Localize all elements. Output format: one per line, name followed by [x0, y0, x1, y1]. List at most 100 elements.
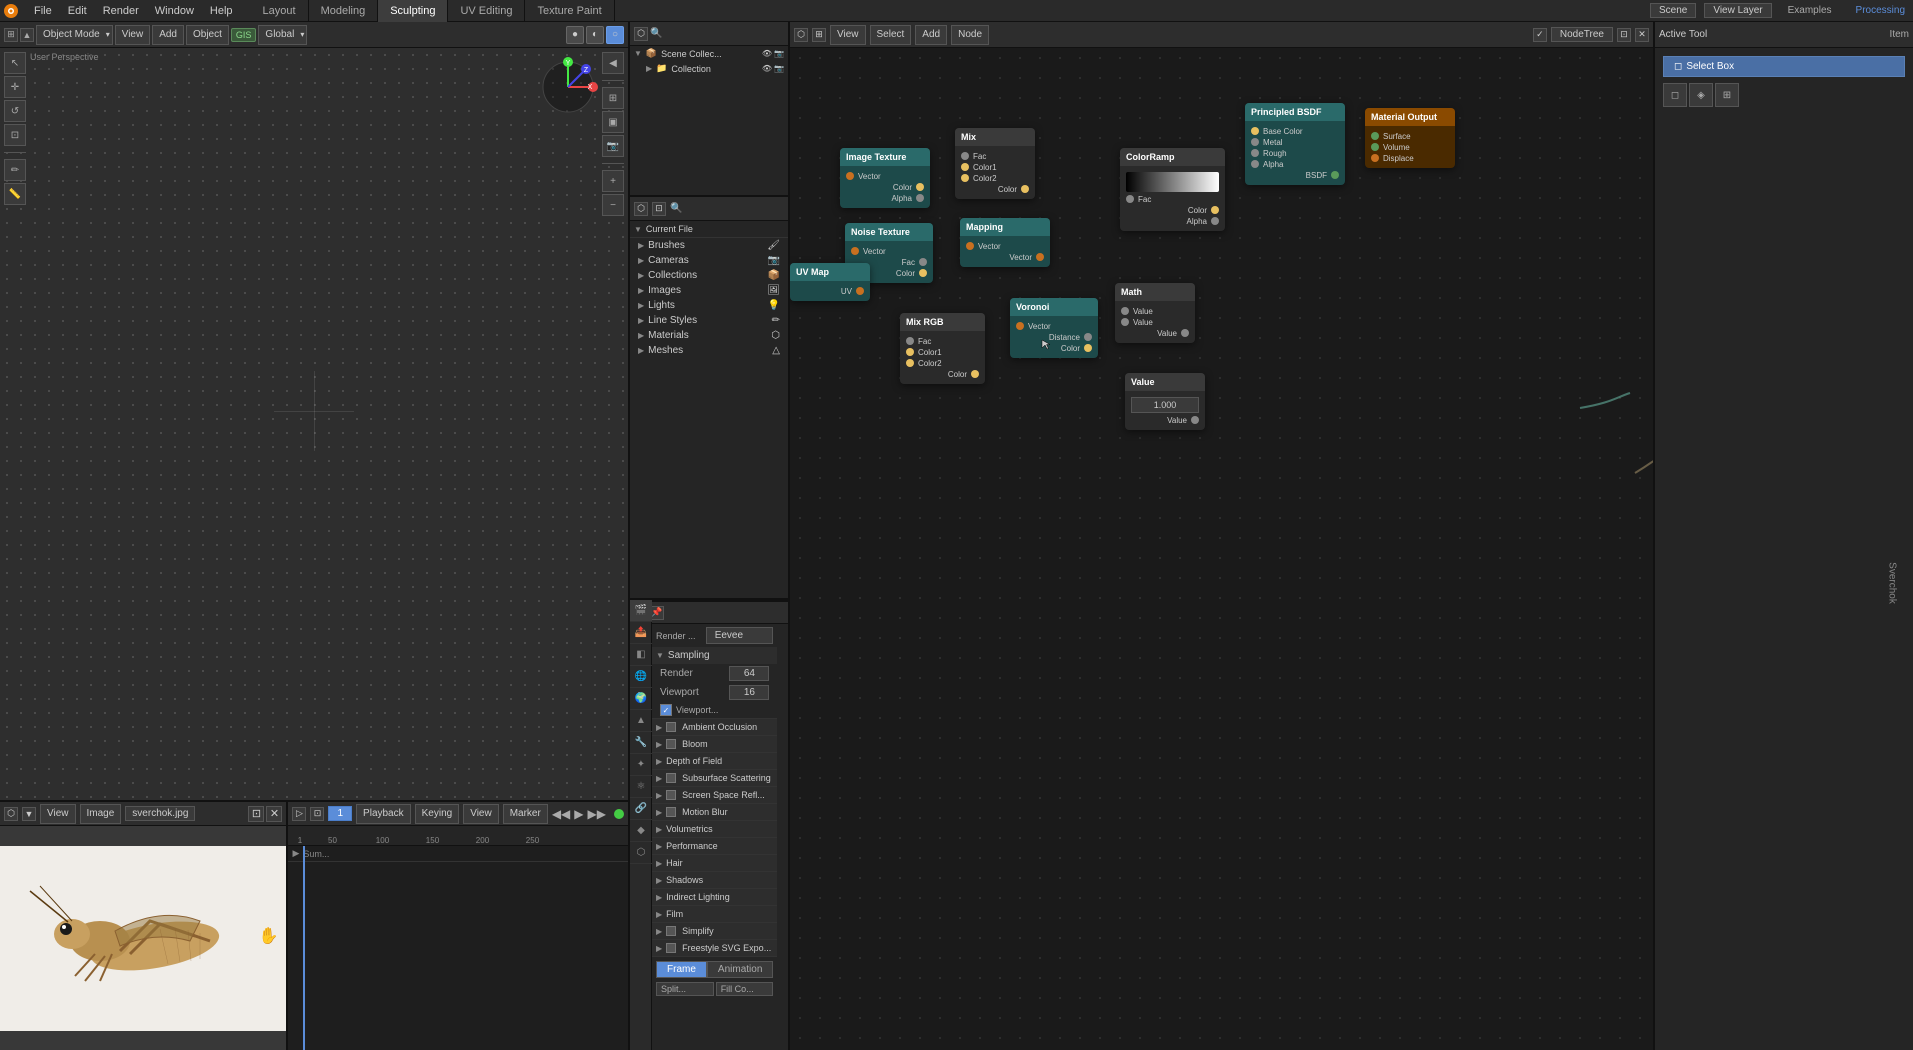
tool-mode-select[interactable]: ◻ [1663, 83, 1687, 107]
frame-tab[interactable]: Frame [656, 961, 707, 978]
scene-panel-search[interactable]: 🔍 [650, 28, 784, 39]
node-expand-btn[interactable]: ⊡ [1617, 28, 1631, 42]
render-visibility-btn[interactable]: 📷 [774, 49, 784, 58]
view-camera-btn[interactable]: 📷 [602, 135, 624, 157]
node-image-texture[interactable]: Image Texture Vector Color Alpha [840, 148, 930, 208]
menu-edit[interactable]: Edit [60, 3, 95, 19]
asset-collections[interactable]: ▶ Collections 📦 [630, 268, 788, 283]
select-box-btn[interactable]: ◻ Select Box [1663, 56, 1905, 77]
shading-rendered-btn[interactable]: ○ [606, 26, 624, 44]
view-persp-btn[interactable]: ⊞ [602, 87, 624, 109]
tab-uv-editing[interactable]: UV Editing [448, 0, 525, 22]
node-icon1[interactable]: ⬡ [794, 28, 808, 42]
shading-material-btn[interactable]: ◐ [586, 26, 604, 44]
asset-icon[interactable]: ⬡ [634, 202, 648, 216]
render-engine-selector[interactable]: Eevee [706, 627, 774, 644]
node-node-btn[interactable]: Node [951, 25, 989, 45]
node-select-btn[interactable]: Select [870, 25, 912, 45]
timeline-content[interactable]: ▶ Sum... [288, 846, 628, 1050]
sss-checkbox[interactable] [666, 773, 676, 783]
simplify-header[interactable]: ▶ Simplify [652, 923, 777, 939]
item-label[interactable]: Item [1890, 29, 1909, 40]
node-check-icon[interactable]: ✓ [1533, 28, 1547, 42]
playback-btn[interactable]: Playback [356, 804, 411, 824]
node-view-btn[interactable]: View [830, 25, 866, 45]
tab-layout[interactable]: Layout [251, 0, 309, 22]
node-close-btn[interactable]: ✕ [1635, 28, 1649, 42]
tool-move[interactable]: ✛ [4, 76, 26, 98]
image-image-btn[interactable]: Image [80, 804, 122, 824]
node-principled[interactable]: Principled BSDF Base Color Metal Rough A… [1245, 103, 1345, 185]
menu-help[interactable]: Help [202, 3, 241, 19]
play-btn[interactable]: ▶ [574, 807, 583, 821]
tab-sculpting[interactable]: Sculpting [378, 0, 448, 22]
node-voronoi[interactable]: Voronoi Vector Distance Color [1010, 298, 1098, 358]
node-mapping[interactable]: Mapping Vector Vector [960, 218, 1050, 267]
scene-name-input[interactable]: Scene [1650, 3, 1696, 18]
scene-panel-icon[interactable]: ⬡ [634, 27, 648, 41]
viewport-3d[interactable]: ⊞ ▲ Object Mode View Add Object GIS Glob… [0, 22, 628, 800]
object-btn[interactable]: Object [186, 25, 229, 45]
tool-mode-lasso[interactable]: ◈ [1689, 83, 1713, 107]
tool-cursor[interactable]: ↖ [4, 52, 26, 74]
mb-checkbox[interactable] [666, 807, 676, 817]
node-output[interactable]: Material Output Surface Volume Displace [1365, 108, 1455, 168]
menu-file[interactable]: File [26, 3, 60, 19]
sidebar-toggle[interactable]: ◀ [602, 52, 624, 74]
prop-tab-world[interactable]: 🌍 [630, 688, 652, 710]
image-view-btn[interactable]: View [40, 804, 76, 824]
node-math[interactable]: Math Value Value Value [1115, 283, 1195, 343]
fill-co-btn[interactable]: Fill Co... [716, 982, 774, 996]
prop-tab-output[interactable]: 📤 [630, 622, 652, 644]
tool-mode-circle[interactable]: ⊞ [1715, 83, 1739, 107]
add-btn[interactable]: Add [152, 25, 184, 45]
prop-tab-particles[interactable]: ✦ [630, 754, 652, 776]
dof-header[interactable]: ▶ Depth of Field [652, 753, 777, 769]
simplify-checkbox[interactable] [666, 926, 676, 936]
sss-header[interactable]: ▶ Subsurface Scattering [652, 770, 777, 786]
sampling-header[interactable]: ▼ Sampling [652, 647, 777, 664]
current-frame-input[interactable]: 1 [328, 806, 352, 821]
bloom-header[interactable]: ▶ Bloom [652, 736, 777, 752]
image-filename[interactable]: sverchok.jpg [125, 806, 195, 821]
node-colorramp[interactable]: ColorRamp Fac Color Alpha [1120, 148, 1225, 231]
view-front-btn[interactable]: ▣ [602, 111, 624, 133]
asset-meshes[interactable]: ▶ Meshes △ [630, 343, 788, 358]
motion-blur-header[interactable]: ▶ Motion Blur [652, 804, 777, 820]
node-mix-rgb[interactable]: Mix RGB Fac Color1 Color2 Color [900, 313, 985, 384]
asset-materials[interactable]: ▶ Materials ⬡ [630, 328, 788, 343]
mode-selector[interactable]: Object Mode [36, 25, 113, 45]
tool-annotate[interactable]: ✏ [4, 159, 26, 181]
processing-label[interactable]: Processing [1848, 5, 1913, 16]
node-tree-label[interactable]: NodeTree [1551, 27, 1613, 42]
prop-tab-constraints[interactable]: 🔗 [630, 798, 652, 820]
ambient-occlusion-header[interactable]: ▶ Ambient Occlusion [652, 719, 777, 735]
node-value[interactable]: Value 1.000 Value [1125, 373, 1205, 430]
image-close-btn[interactable]: ✕ [266, 806, 282, 822]
prop-tab-object[interactable]: ▲ [630, 710, 652, 732]
asset-cameras[interactable]: ▶ Cameras 📷 [630, 253, 788, 268]
split-btn[interactable]: Split... [656, 982, 714, 996]
bloom-checkbox[interactable] [666, 739, 676, 749]
viewport-denoising-checkbox[interactable]: ✓ [660, 704, 672, 716]
shadows-header[interactable]: ▶ Shadows [652, 872, 777, 888]
node-canvas[interactable]: Image Texture Vector Color Alpha Mix Fac… [790, 48, 1653, 1050]
asset-icon2[interactable]: ⊡ [652, 202, 666, 216]
asset-search[interactable]: 🔍 [670, 203, 682, 214]
view-layer-input[interactable]: View Layer [1704, 3, 1771, 18]
prev-frame-btn[interactable]: ◀◀ [552, 807, 570, 821]
film-header[interactable]: ▶ Film [652, 906, 777, 922]
ao-checkbox[interactable] [666, 722, 676, 732]
col-render-btn[interactable]: 📷 [774, 64, 784, 73]
col-visibility-btn[interactable]: 👁 [762, 64, 772, 73]
timeline-view-btn[interactable]: View [463, 804, 499, 824]
prop-tab-data[interactable]: ◆ [630, 820, 652, 842]
indirect-lighting-header[interactable]: ▶ Indirect Lighting [652, 889, 777, 905]
tool-measure[interactable]: 📏 [4, 183, 26, 205]
tool-rotate[interactable]: ↺ [4, 100, 26, 122]
zoom-out-btn[interactable]: − [602, 194, 624, 216]
animation-tab[interactable]: Animation [707, 961, 773, 978]
asset-lights[interactable]: ▶ Lights 💡 [630, 298, 788, 313]
asset-brushes[interactable]: ▶ Brushes 🖌 [630, 238, 788, 253]
node-uvmap[interactable]: UV Map UV [790, 263, 870, 301]
